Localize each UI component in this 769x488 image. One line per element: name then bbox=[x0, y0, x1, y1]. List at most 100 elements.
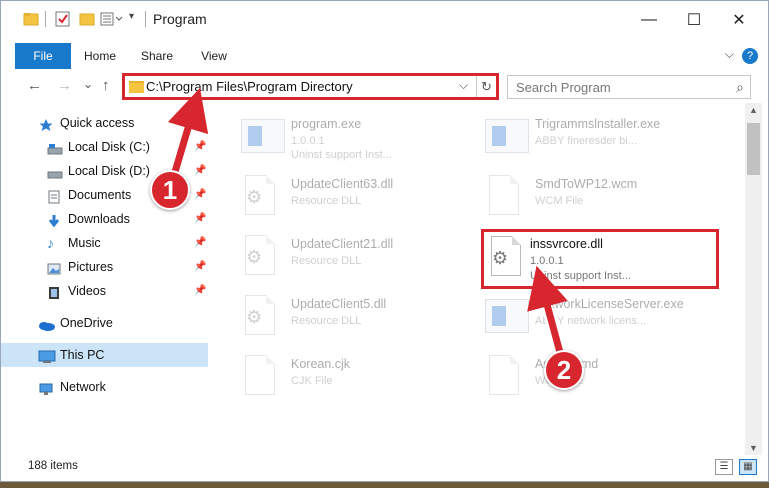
drive-icon bbox=[47, 140, 63, 155]
new-folder-icon[interactable] bbox=[79, 11, 95, 27]
up-arrow-icon[interactable]: ↑ bbox=[102, 77, 110, 94]
maximize-button[interactable]: ☐ bbox=[671, 1, 717, 39]
file-name: inssvrcore.dll bbox=[530, 237, 603, 251]
sidebar-item-label: This PC bbox=[60, 348, 105, 362]
file-name: Korean.cjk bbox=[291, 357, 351, 371]
network-icon bbox=[38, 380, 53, 395]
item-count: 188 items bbox=[28, 460, 78, 472]
file-explorer-window: ▾ Program — ☐ ✕ File Home Share View ⌵ ?… bbox=[0, 0, 769, 482]
pin-icon: 📌 bbox=[194, 165, 207, 176]
quick-access-dropdown-icon[interactable]: ▾ bbox=[129, 11, 145, 27]
scroll-up-icon[interactable]: ▲ bbox=[749, 105, 758, 115]
pin-icon: 📌 bbox=[194, 213, 207, 224]
sidebar-item-label: Network bbox=[60, 380, 106, 394]
file-name: Trigrammslnstaller.exe bbox=[535, 117, 661, 131]
minimize-icon: — bbox=[641, 11, 657, 28]
sidebar-item-pictures[interactable]: Pictures 📌 bbox=[1, 255, 208, 279]
sidebar-item-label: Local Disk (C:) bbox=[68, 140, 150, 154]
file-name: UpdateClient63.dll bbox=[291, 177, 394, 191]
address-path[interactable]: C:\Program Files\Program Directory bbox=[146, 79, 353, 94]
folder-icon bbox=[129, 81, 144, 93]
tab-share[interactable]: Share bbox=[133, 43, 181, 69]
sidebar-item-music[interactable]: ♪ Music 📌 bbox=[1, 231, 208, 255]
recent-locations-icon[interactable]: ⌄ bbox=[83, 77, 93, 91]
file-tile[interactable]: Korean.cjk CJK File bbox=[231, 347, 471, 403]
dll-file-icon: ⚙ bbox=[241, 295, 279, 339]
file-type: Resource DLL bbox=[291, 195, 362, 207]
customize-toolbar-icon[interactable] bbox=[100, 11, 124, 27]
pin-icon: 📌 bbox=[194, 261, 207, 272]
minimize-button[interactable]: — bbox=[626, 1, 672, 39]
file-tile[interactable]: ⚙ UpdateClient5.dll Resource DLL bbox=[231, 287, 471, 343]
file-version: 1.0.0.1 bbox=[530, 255, 564, 267]
star-icon bbox=[39, 116, 53, 131]
help-icon[interactable]: ? bbox=[742, 48, 758, 64]
sidebar-item-downloads[interactable]: Downloads 📌 bbox=[1, 207, 208, 231]
folder-icon bbox=[23, 11, 39, 27]
documents-icon bbox=[47, 188, 61, 204]
file-tile[interactable]: ⚙ UpdateClient21.dll Resource DLL bbox=[231, 227, 471, 283]
file-name: UpdateClient21.dll bbox=[291, 237, 394, 251]
pin-icon: 📌 bbox=[194, 237, 207, 248]
window-title: Program bbox=[153, 11, 207, 27]
ribbon-tabs: File Home Share View ⌵ ? bbox=[1, 43, 768, 69]
address-dropdown-icon[interactable]: ⌵ bbox=[459, 78, 468, 93]
file-tile[interactable]: NetworkLicenseServer.exe ABBY network li… bbox=[475, 287, 715, 343]
chevron-down-icon[interactable]: ⌵ bbox=[725, 47, 734, 62]
pin-icon: 📌 bbox=[194, 141, 207, 152]
sidebar-item-onedrive[interactable]: OneDrive bbox=[1, 311, 208, 335]
scrollbar-thumb[interactable] bbox=[747, 123, 760, 175]
file-tile[interactable]: ⚙ UpdateClient63.dll Resource DLL bbox=[231, 167, 471, 223]
search-icon: ⌕ bbox=[736, 79, 744, 95]
file-tile[interactable]: Trigrammslnstaller.exe ABBY fineresder b… bbox=[475, 107, 715, 163]
file-type: Resource DLL bbox=[291, 255, 362, 267]
sidebar-item-this-pc[interactable]: This PC bbox=[1, 343, 208, 367]
computer-icon bbox=[38, 348, 56, 363]
step-1-badge: 1 bbox=[150, 170, 190, 210]
file-type: WCM File bbox=[535, 195, 584, 207]
music-icon: ♪ bbox=[47, 235, 54, 251]
pin-icon: 📌 bbox=[194, 285, 207, 296]
tab-file[interactable]: File bbox=[15, 43, 71, 69]
details-view-icon[interactable]: ☰ bbox=[715, 459, 733, 475]
maximize-icon: ☐ bbox=[686, 12, 702, 29]
drive-icon bbox=[47, 164, 63, 179]
exe-file-icon bbox=[485, 295, 529, 339]
sidebar-item-quick-access[interactable]: Quick access bbox=[1, 111, 208, 135]
sidebar-item-videos[interactable]: Videos 📌 bbox=[1, 279, 208, 303]
close-button[interactable]: ✕ bbox=[716, 1, 762, 39]
forward-arrow-icon[interactable]: → bbox=[57, 77, 72, 94]
vertical-scrollbar[interactable]: ▲ ▼ bbox=[745, 103, 762, 455]
tiles-view-icon[interactable]: ▦ bbox=[739, 459, 757, 475]
refresh-icon[interactable]: ↻ bbox=[476, 76, 496, 97]
tab-view[interactable]: View bbox=[191, 43, 237, 69]
back-arrow-icon[interactable]: ← bbox=[27, 77, 42, 94]
file-type: Resource DLL bbox=[291, 315, 362, 327]
file-tile[interactable]: Arabic.amd WCM File bbox=[475, 347, 715, 403]
search-input[interactable]: Search Program ⌕ bbox=[507, 75, 751, 99]
download-icon bbox=[47, 212, 61, 228]
dll-file-icon: ⚙ bbox=[241, 175, 279, 219]
file-tile[interactable]: program.exe 1.0.0.1 Uninst support Inst.… bbox=[231, 107, 471, 163]
sidebar-item-label: Quick access bbox=[60, 116, 135, 130]
file-list: program.exe 1.0.0.1 Uninst support Inst.… bbox=[223, 103, 743, 451]
navigation-bar: ← → ⌄ ↑ C:\Program Files\Program Directo… bbox=[1, 73, 768, 101]
step-2-badge: 2 bbox=[544, 350, 584, 390]
file-description: ABBY fineresder bi... bbox=[535, 135, 637, 147]
address-bar[interactable]: C:\Program Files\Program Directory ⌵ ↻ bbox=[122, 73, 499, 100]
sidebar-item-network[interactable]: Network bbox=[1, 375, 208, 399]
scroll-down-icon[interactable]: ▼ bbox=[749, 443, 758, 453]
status-bar: 188 items ☰ ▦ bbox=[1, 457, 768, 481]
file-tile-inssvrcore[interactable]: ⚙ inssvrcore.dll 1.0.0.1 Uninst support … bbox=[481, 229, 719, 289]
sidebar-item-label: OneDrive bbox=[60, 316, 113, 330]
pin-icon: 📌 bbox=[194, 189, 207, 200]
properties-icon[interactable] bbox=[55, 11, 71, 27]
tab-home[interactable]: Home bbox=[77, 43, 123, 69]
pictures-icon bbox=[47, 260, 61, 275]
document-file-icon bbox=[485, 175, 523, 219]
file-tile[interactable]: SmdToWP12.wcm WCM File bbox=[475, 167, 715, 223]
close-icon: ✕ bbox=[732, 12, 746, 29]
sidebar-item-local-disk-c[interactable]: Local Disk (C:) 📌 bbox=[1, 135, 208, 159]
sidebar-item-label: Local Disk (D:) bbox=[68, 164, 150, 178]
quick-access-separator bbox=[45, 11, 46, 27]
